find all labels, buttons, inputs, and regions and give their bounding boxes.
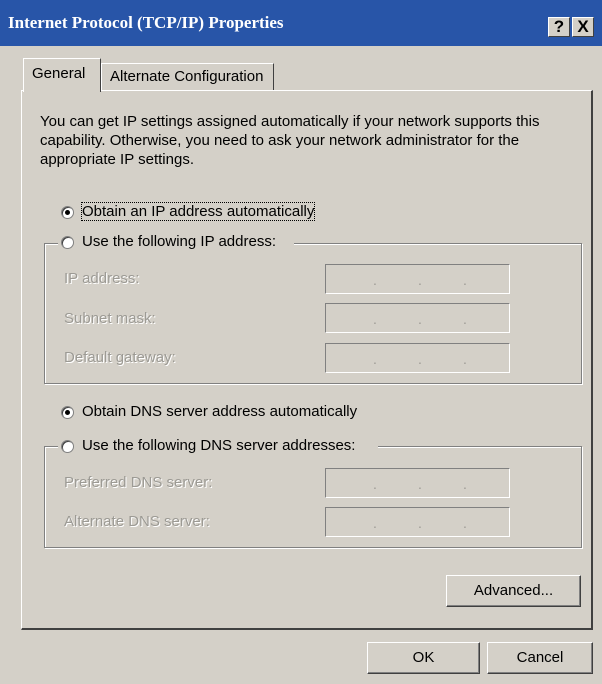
tab-alternate-configuration[interactable]: Alternate Configuration — [101, 63, 274, 91]
label-subnet-mask: Subnet mask: — [64, 310, 156, 327]
radio-obtain-dns-auto[interactable] — [61, 406, 74, 419]
advanced-button[interactable]: Advanced... — [446, 575, 581, 607]
preferred-dns-field[interactable]: ... — [325, 468, 510, 498]
label-alternate-dns: Alternate DNS server: — [64, 513, 210, 530]
radio-selected-dot — [65, 410, 70, 415]
help-icon: ? — [553, 17, 565, 36]
default-gateway-field[interactable]: ... — [325, 343, 510, 373]
ip-address-field[interactable]: ... — [325, 264, 510, 294]
label-use-following-ip[interactable]: Use the following IP address: — [82, 233, 276, 250]
label-default-gateway: Default gateway: — [64, 349, 176, 366]
help-button[interactable]: ? — [548, 17, 570, 37]
subnet-mask-field[interactable]: ... — [325, 303, 510, 333]
alternate-dns-field[interactable]: ... — [325, 507, 510, 537]
tab-general-label: General — [32, 65, 86, 82]
label-ip-address: IP address: — [64, 270, 140, 287]
tab-general[interactable]: General — [23, 58, 101, 92]
tab-alternate-configuration-label: Alternate Configuration — [110, 68, 264, 85]
radio-use-following-dns[interactable] — [61, 440, 74, 453]
label-obtain-ip-auto[interactable]: Obtain an IP address automatically — [80, 202, 316, 221]
ok-button[interactable]: OK — [367, 642, 480, 674]
description-text: You can get IP settings assigned automat… — [40, 113, 540, 168]
radio-use-following-ip[interactable] — [61, 236, 74, 249]
label-obtain-dns-auto[interactable]: Obtain DNS server address automatically — [82, 403, 357, 420]
radio-obtain-ip-auto[interactable] — [61, 206, 74, 219]
close-button[interactable]: X — [572, 17, 594, 37]
label-use-following-dns[interactable]: Use the following DNS server addresses: — [82, 437, 355, 454]
radio-selected-dot — [65, 210, 70, 215]
cancel-button[interactable]: Cancel — [487, 642, 593, 674]
window-title: Internet Protocol (TCP/IP) Properties — [8, 13, 284, 32]
label-preferred-dns: Preferred DNS server: — [64, 474, 213, 491]
close-icon: X — [577, 17, 589, 36]
